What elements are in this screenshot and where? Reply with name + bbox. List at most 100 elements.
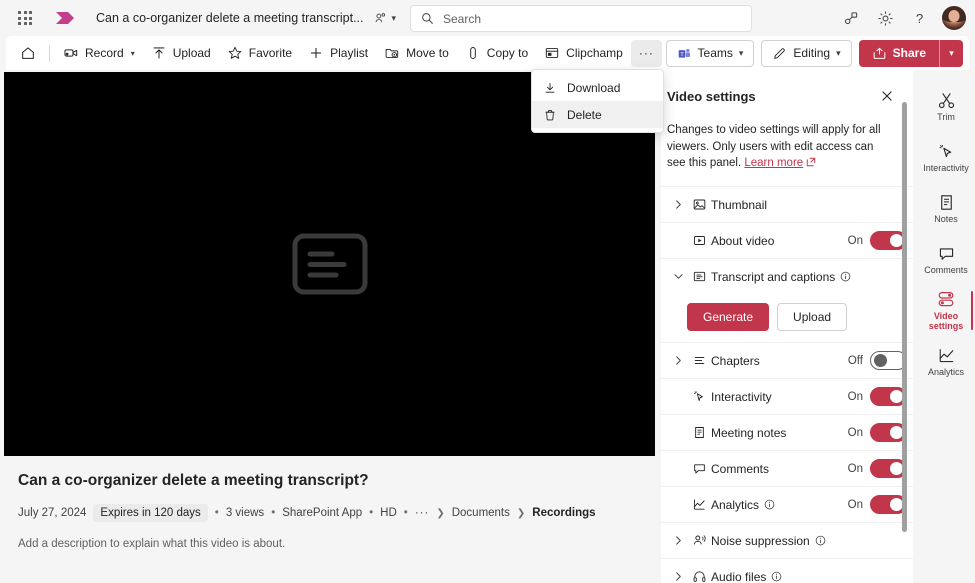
learn-more-link[interactable]: Learn more	[744, 157, 803, 169]
chevron-right-icon[interactable]	[669, 200, 687, 209]
chapters-icon	[687, 353, 711, 368]
share-label: Share	[892, 46, 926, 60]
meta-separator: •	[271, 507, 276, 519]
stream-video-page: Can a co-organizer delete a meeting tran…	[0, 0, 975, 583]
info-icon[interactable]	[764, 499, 775, 510]
breadcrumb-recordings[interactable]: Recordings	[532, 507, 595, 519]
stream-logo-icon[interactable]	[54, 9, 76, 27]
setting-label-transcript: Transcript and captions	[711, 270, 851, 284]
setting-control-interactivity: On	[847, 387, 907, 407]
video-title: Can a co-organizer delete a meeting tran…	[18, 472, 369, 489]
panel-header: Video settings	[661, 70, 913, 108]
title-actions[interactable]: ▾	[374, 12, 397, 25]
video-source[interactable]: SharePoint App	[282, 507, 362, 519]
setting-row-transcript[interactable]: Transcript and captions	[661, 258, 913, 294]
chevron-right-icon[interactable]	[669, 572, 687, 581]
teams-button[interactable]: T Teams ▾	[665, 39, 755, 67]
analytics-icon	[687, 497, 711, 512]
settings-rows: Thumbnail About video On Transcript and …	[661, 186, 913, 583]
share-button[interactable]: Share	[858, 39, 939, 67]
command-bar: Record ▾ Upload Favorite Playlist Move t…	[6, 36, 969, 70]
panel-scrollbar[interactable]	[902, 102, 907, 532]
menu-item-download-label: Download	[567, 80, 621, 95]
meta-separator: •	[403, 507, 408, 519]
video-description-input[interactable]: Add a description to explain what this v…	[18, 538, 655, 550]
rail-item-interactivity[interactable]: Interactivity	[917, 133, 975, 182]
record-button[interactable]: Record ▾	[55, 40, 143, 67]
chevron-down-icon: ▾	[949, 47, 954, 58]
rail-item-notes[interactable]: Notes	[917, 184, 975, 233]
avatar[interactable]	[941, 5, 967, 31]
toggle-state-label: On	[847, 390, 863, 403]
share-dropdown-caret[interactable]: ▾	[939, 39, 963, 67]
toolbar-divider	[49, 44, 50, 62]
record-label: Record	[85, 46, 124, 60]
home-button[interactable]	[12, 40, 44, 67]
overflow-menu: Download Delete	[531, 69, 664, 133]
generate-button[interactable]: Generate	[687, 303, 770, 332]
menu-item-delete[interactable]: Delete	[532, 101, 663, 128]
chevron-right-icon[interactable]	[669, 536, 687, 545]
editing-label: Editing	[793, 46, 831, 60]
setting-label-analytics: Analytics	[711, 498, 775, 512]
app-header: Can a co-organizer delete a meeting tran…	[0, 0, 975, 36]
upload-button[interactable]: Upload	[143, 40, 219, 67]
chevron-down-icon[interactable]: ▾	[392, 13, 397, 24]
setting-row-comments[interactable]: Comments On	[661, 450, 913, 486]
rail-item-trim[interactable]: Trim	[917, 82, 975, 131]
share-diagram-icon[interactable]	[836, 3, 866, 33]
app-launcher-icon[interactable]	[10, 3, 40, 33]
playlist-button[interactable]: Playlist	[300, 40, 376, 67]
search-input[interactable]	[443, 11, 741, 26]
command-bar-right: T Teams ▾ Editing ▾ Share ▾	[665, 39, 963, 67]
chevron-down-icon[interactable]	[669, 272, 687, 281]
more-options-button[interactable]: ···	[630, 39, 662, 67]
rail-item-video-settings[interactable]: Video settings	[917, 286, 975, 335]
chevron-right-icon[interactable]	[669, 356, 687, 365]
upload-transcript-button[interactable]: Upload	[777, 303, 848, 332]
info-icon[interactable]	[815, 535, 826, 546]
info-icon[interactable]	[840, 271, 851, 282]
expiry-badge[interactable]: Expires in 120 days	[93, 504, 208, 522]
breadcrumb-overflow[interactable]: ···	[415, 507, 430, 519]
setting-row-noise-suppression[interactable]: Noise suppression	[661, 522, 913, 558]
search-container	[410, 5, 752, 32]
people-icon[interactable]	[374, 12, 387, 25]
copy-to-icon	[465, 45, 481, 61]
setting-row-analytics[interactable]: Analytics On	[661, 486, 913, 522]
rail-item-comments[interactable]: Comments	[917, 235, 975, 284]
setting-label-thumbnail: Thumbnail	[711, 197, 768, 212]
setting-row-thumbnail[interactable]: Thumbnail	[661, 186, 913, 222]
meta-separator: •	[214, 507, 219, 519]
setting-label-audio-files-text: Audio files	[711, 569, 767, 583]
setting-row-audio-files[interactable]: Audio files	[661, 558, 913, 583]
copy-to-button[interactable]: Copy to	[457, 40, 536, 67]
breadcrumb-documents[interactable]: Documents	[452, 507, 510, 519]
menu-item-download[interactable]: Download	[532, 74, 663, 101]
playlist-label: Playlist	[330, 46, 369, 60]
video-date: July 27, 2024	[18, 507, 87, 519]
setting-row-interactivity[interactable]: Interactivity On	[661, 378, 913, 414]
document-title[interactable]: Can a co-organizer delete a meeting tran…	[92, 8, 368, 28]
more-horizontal-icon: ···	[638, 46, 654, 60]
help-icon[interactable]: ?	[904, 3, 934, 33]
close-icon[interactable]	[875, 84, 899, 108]
editing-button[interactable]: Editing ▾	[761, 39, 852, 67]
toggle-state-label: On	[847, 462, 863, 475]
setting-row-meeting-notes[interactable]: Meeting notes On	[661, 414, 913, 450]
copy-to-label: Copy to	[486, 46, 529, 60]
record-icon	[63, 45, 79, 61]
setting-label-transcript-text: Transcript and captions	[711, 269, 836, 284]
download-icon	[543, 81, 557, 95]
clipchamp-button[interactable]: Clipchamp	[536, 40, 631, 67]
info-icon[interactable]	[771, 571, 782, 582]
gear-icon[interactable]	[870, 3, 900, 33]
setting-control-about-video: On	[848, 231, 907, 251]
setting-row-about-video[interactable]: About video On	[661, 222, 913, 258]
search-box[interactable]	[410, 5, 752, 32]
rail-item-analytics[interactable]: Analytics	[917, 337, 975, 386]
favorite-button[interactable]: Favorite	[219, 40, 300, 67]
notes-icon	[687, 425, 711, 440]
setting-row-chapters[interactable]: Chapters Off	[661, 342, 913, 378]
move-to-button[interactable]: Move to	[376, 40, 457, 67]
